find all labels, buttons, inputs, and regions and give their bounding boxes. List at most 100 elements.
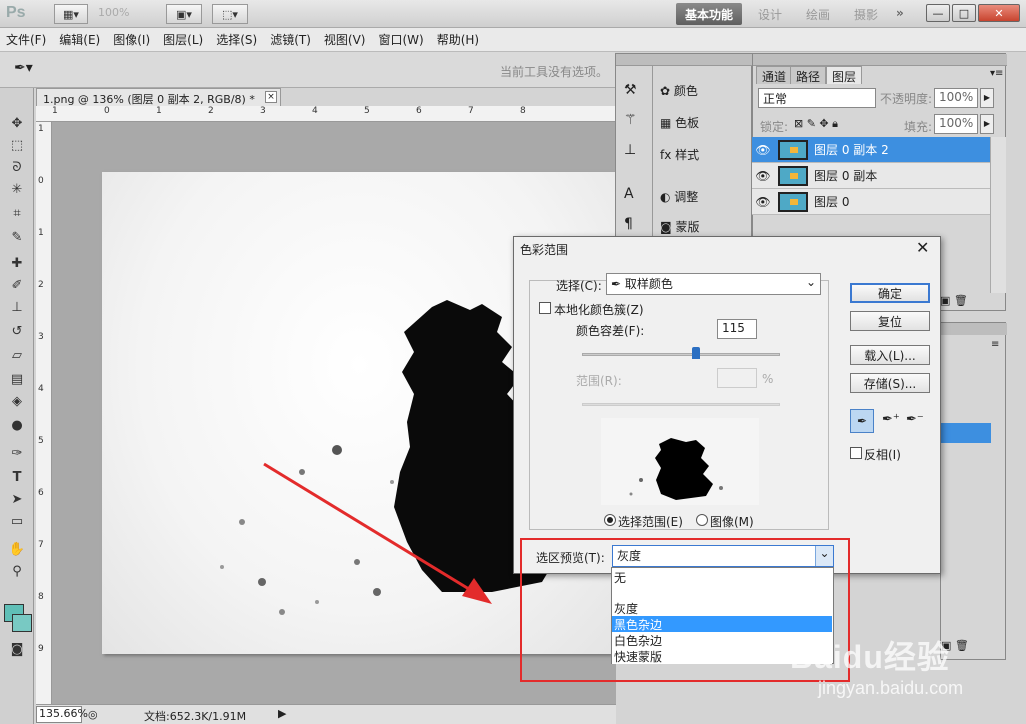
layer-row[interactable]: 👁︎ 图层 0 bbox=[752, 189, 990, 215]
minimize-icon[interactable]: — bbox=[926, 4, 950, 22]
fill-field[interactable]: 100% bbox=[934, 114, 978, 134]
zoom-level[interactable]: 100% bbox=[98, 6, 129, 19]
quick-mask-icon[interactable]: ◙ bbox=[7, 640, 27, 658]
screen-mode-button[interactable]: ⬚▾ bbox=[212, 4, 248, 24]
workspace-essentials[interactable]: 基本功能 bbox=[676, 3, 742, 25]
color-panel-item[interactable]: ✿ 颜色 bbox=[660, 82, 698, 99]
menu-image[interactable]: 图像(I) bbox=[113, 31, 150, 48]
eyedropper-icon[interactable]: ✒ bbox=[850, 409, 874, 433]
new-layer-icon[interactable]: ▣ 🗑︎ bbox=[940, 294, 968, 307]
panel-dock-header[interactable] bbox=[941, 323, 1007, 335]
history-brush-icon[interactable]: ↺ bbox=[7, 322, 27, 340]
lock-icons[interactable]: ⊠ ✎ ✥ 🔒︎ bbox=[794, 117, 838, 131]
zoom-status-field[interactable]: 135.66% bbox=[36, 706, 88, 723]
blur-tool-icon[interactable]: ◈ bbox=[7, 392, 27, 410]
move-tool-icon[interactable]: ✥ bbox=[7, 114, 27, 132]
bridge-button[interactable]: ▦▾ bbox=[54, 4, 88, 24]
more-workspaces-icon[interactable]: » bbox=[896, 6, 904, 20]
fuzziness-input[interactable]: 115 bbox=[717, 319, 757, 339]
select-dropdown[interactable]: ✒ 取样颜色 ⌄ bbox=[606, 273, 821, 295]
menu-window[interactable]: 窗口(W) bbox=[378, 31, 423, 48]
eyedropper-icon[interactable]: ✒▾ bbox=[14, 60, 33, 76]
styles-panel-item[interactable]: fx 样式 bbox=[660, 146, 699, 163]
layers-scrollbar[interactable] bbox=[990, 137, 1006, 293]
load-button[interactable]: 载入(L)... bbox=[850, 345, 930, 365]
tab-layers[interactable]: 图层 bbox=[826, 66, 863, 84]
arrange-button[interactable]: ▣▾ bbox=[166, 4, 202, 24]
eyedropper-tool-icon[interactable]: ✎ bbox=[7, 228, 27, 246]
dodge-tool-icon[interactable]: ● bbox=[7, 416, 27, 434]
tab-paths[interactable]: 路径 bbox=[790, 66, 827, 84]
workspace-design[interactable]: 设计 bbox=[758, 6, 782, 23]
healing-tool-icon[interactable]: ✚ bbox=[7, 254, 27, 272]
close-document-icon[interactable]: × bbox=[265, 91, 277, 103]
masks-panel-item[interactable]: ◙ 蒙版 bbox=[660, 218, 699, 235]
menu-file[interactable]: 文件(F) bbox=[6, 31, 46, 48]
fuzziness-slider-handle[interactable] bbox=[692, 347, 700, 359]
tab-channels[interactable]: 通道 bbox=[756, 66, 793, 84]
ok-button[interactable]: 确定 bbox=[850, 283, 930, 303]
radio-image[interactable] bbox=[696, 514, 708, 526]
radio-selection[interactable] bbox=[604, 514, 616, 526]
visibility-eye-icon[interactable]: 👁︎ bbox=[752, 169, 774, 183]
document-tab[interactable]: 1.png @ 136% (图层 0 副本 2, RGB/8) * bbox=[36, 88, 281, 106]
panel-menu-icon[interactable]: ≡ bbox=[991, 339, 999, 350]
fill-arrow-icon[interactable]: ▶ bbox=[980, 114, 994, 134]
localized-checkbox[interactable] bbox=[539, 302, 551, 314]
menu-filter[interactable]: 滤镜(T) bbox=[270, 31, 311, 48]
visibility-eye-icon[interactable]: 👁︎ bbox=[752, 143, 774, 157]
status-icon[interactable]: ◎ bbox=[88, 708, 98, 721]
crop-tool-icon[interactable]: ⌗ bbox=[7, 204, 27, 222]
marquee-tool-icon[interactable]: ⬚ bbox=[7, 136, 27, 154]
workspace-painting[interactable]: 绘画 bbox=[806, 6, 830, 23]
blend-mode-select[interactable]: 正常 bbox=[758, 88, 876, 108]
lasso-tool-icon[interactable]: ᘐ bbox=[7, 158, 27, 176]
shape-tool-icon[interactable]: ▭ bbox=[7, 512, 27, 530]
status-menu-arrow-icon[interactable]: ▶ bbox=[278, 707, 286, 720]
invert-checkbox[interactable] bbox=[850, 447, 862, 459]
gradient-tool-icon[interactable]: ▤ bbox=[7, 370, 27, 388]
paragraph-icon[interactable]: ¶ bbox=[624, 216, 633, 232]
selection-preview-thumbnail[interactable] bbox=[601, 418, 759, 505]
panel-dock-header[interactable] bbox=[616, 54, 753, 66]
panel-dock-header[interactable] bbox=[753, 54, 1007, 66]
brush-tool-icon[interactable]: ✐ bbox=[7, 276, 27, 294]
hand-tool-icon[interactable]: ✋ bbox=[7, 540, 27, 558]
close-icon[interactable]: ✕ bbox=[978, 4, 1020, 22]
visibility-eye-icon[interactable]: 👁︎ bbox=[752, 195, 774, 209]
swatches-panel-item[interactable]: ▦ 色板 bbox=[660, 114, 699, 131]
adjustments-panel-item[interactable]: ◐ 调整 bbox=[660, 188, 698, 205]
reset-button[interactable]: 复位 bbox=[850, 311, 930, 331]
menu-help[interactable]: 帮助(H) bbox=[437, 31, 479, 48]
eyedropper-subtract-icon[interactable]: ✒⁻ bbox=[906, 412, 924, 427]
document-info[interactable]: 文档:652.3K/1.91M bbox=[144, 708, 246, 724]
menu-edit[interactable]: 编辑(E) bbox=[59, 31, 100, 48]
tool-presets-icon[interactable]: ⊥ bbox=[624, 142, 636, 158]
layer-row[interactable]: 👁︎ 图层 0 副本 bbox=[752, 163, 990, 189]
history-selected-row[interactable] bbox=[941, 423, 991, 443]
brush-presets-icon[interactable]: ⚒ bbox=[624, 82, 637, 98]
fuzziness-slider-track[interactable] bbox=[582, 353, 780, 356]
panel-menu-icon[interactable]: ▾≡ bbox=[990, 68, 1003, 79]
maximize-icon[interactable]: □ bbox=[952, 4, 976, 22]
pen-tool-icon[interactable]: ✑ bbox=[7, 444, 27, 462]
opacity-field[interactable]: 100% bbox=[934, 88, 978, 108]
path-select-icon[interactable]: ➤ bbox=[7, 490, 27, 508]
character-icon[interactable]: A bbox=[624, 186, 634, 202]
save-button[interactable]: 存储(S)... bbox=[850, 373, 930, 393]
opacity-arrow-icon[interactable]: ▶ bbox=[980, 88, 994, 108]
stamp-tool-icon[interactable]: ⊥ bbox=[7, 298, 27, 316]
menu-select[interactable]: 选择(S) bbox=[216, 31, 257, 48]
zoom-tool-icon[interactable]: ⚲ bbox=[7, 562, 27, 580]
eraser-tool-icon[interactable]: ▱ bbox=[7, 346, 27, 364]
menu-layer[interactable]: 图层(L) bbox=[163, 31, 203, 48]
workspace-photography[interactable]: 摄影 bbox=[854, 6, 878, 23]
background-color-swatch[interactable] bbox=[12, 614, 32, 632]
layer-row[interactable]: 👁︎ 图层 0 副本 2 bbox=[752, 137, 990, 163]
dialog-close-icon[interactable]: ✕ bbox=[916, 238, 929, 257]
type-tool-icon[interactable]: T bbox=[7, 468, 27, 486]
magic-wand-icon[interactable]: ✳ bbox=[7, 180, 27, 198]
eyedropper-add-icon[interactable]: ✒⁺ bbox=[882, 412, 900, 427]
clone-source-icon[interactable]: ⚚ bbox=[624, 112, 637, 128]
menu-view[interactable]: 视图(V) bbox=[324, 31, 366, 48]
